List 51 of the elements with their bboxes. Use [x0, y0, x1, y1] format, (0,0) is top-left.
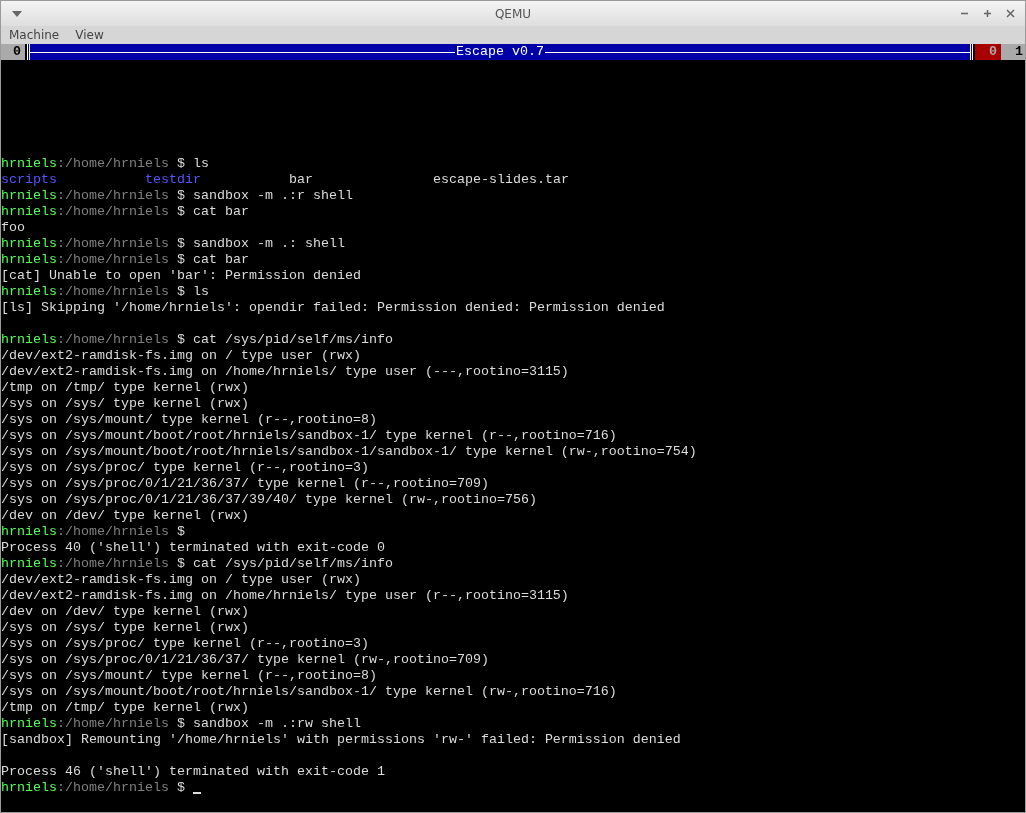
prompt-line: hrniels:/home/hrniels $ ls	[1, 284, 209, 300]
output-line: /sys on /sys/mount/boot/root/hrniels/sandbox-1/ type kernel (rw-,rootino=716)	[1, 684, 617, 700]
prompt-line: hrniels:/home/hrniels $ sandbox -m .: shell	[1, 236, 345, 252]
output-line: [sandbox] Remounting '/home/hrniels' with permissions 'rw-' failed: Permission denied	[1, 732, 681, 748]
maximize-icon[interactable]	[983, 9, 992, 18]
output-line: /tmp on /tmp/ type kernel (rwx)	[1, 700, 249, 716]
output-line: /sys on /sys/mount/boot/root/hrniels/sandbox-1/sandbox-1/ type kernel (rw-,rootino=754)	[1, 444, 697, 460]
os-title: Escape v0.7	[455, 44, 545, 60]
file-name: bar	[289, 172, 314, 188]
output-line: /sys on /sys/proc/ type kernel (r--,rootino=3)	[1, 636, 369, 652]
output-line: /dev/ext2-ramdisk-fs.img on / type user (rwx)	[1, 572, 361, 588]
close-icon[interactable]	[1006, 9, 1015, 18]
output-line: /sys on /sys/mount/boot/root/hrniels/sandbox-1/ type kernel (r--,rootino=716)	[1, 428, 617, 444]
window-title: QEMU	[493, 6, 533, 21]
output-line: /sys on /sys/proc/0/1/21/36/37/ type kernel (r--,rootino=709)	[1, 476, 489, 492]
output-line: /sys on /sys/mount/ type kernel (r--,rootino=8)	[1, 668, 377, 684]
prompt-line: hrniels:/home/hrniels $	[1, 524, 185, 540]
output-line: /dev/ext2-ramdisk-fs.img on /home/hrniels/ type user (r--,rootino=3115)	[1, 588, 569, 604]
output-line: /dev on /dev/ type kernel (rwx)	[1, 508, 249, 524]
prompt-line: hrniels:/home/hrniels $ sandbox -m .:r shell	[1, 188, 353, 204]
output-line: /dev/ext2-ramdisk-fs.img on / type user (rwx)	[1, 348, 361, 364]
output-line: /sys on /sys/ type kernel (rwx)	[1, 620, 249, 636]
output-line: /sys on /sys/proc/ type kernel (r--,rootino=3)	[1, 460, 369, 476]
output-line: [ls] Skipping '/home/hrniels': opendir failed: Permission denied: Permission denied	[1, 300, 665, 316]
output-line: foo	[1, 220, 25, 236]
status-right: 1	[1001, 44, 1025, 60]
prompt-line: hrniels:/home/hrniels $	[1, 780, 186, 796]
output-line: /sys on /sys/ type kernel (rwx)	[1, 396, 249, 412]
output-line: Process 46 ('shell') terminated with exit-code 1	[1, 764, 385, 780]
prompt-line: hrniels:/home/hrniels $ sandbox -m .:rw shell	[1, 716, 361, 732]
menu-icon[interactable]	[12, 10, 22, 17]
directory-name: scripts	[1, 172, 58, 188]
prompt-line: hrniels:/home/hrniels $ cat bar	[1, 204, 249, 220]
status-alert: 0	[975, 44, 1001, 60]
menu-item[interactable]: View	[75, 28, 104, 42]
prompt-line: hrniels:/home/hrniels $ ls	[1, 156, 209, 172]
menu-item[interactable]: Machine	[9, 28, 60, 42]
output-line: /dev/ext2-ramdisk-fs.img on /home/hrniels/ type user (---,rootino=3115)	[1, 364, 569, 380]
output-line: [cat] Unable to open 'bar': Permission denied	[1, 268, 361, 284]
prompt-line: hrniels:/home/hrniels $ cat /sys/pid/self/ms/info	[1, 332, 393, 348]
prompt-line: hrniels:/home/hrniels $ cat /sys/pid/self/ms/info	[1, 556, 393, 572]
output-line: /sys on /sys/mount/ type kernel (r--,rootino=8)	[1, 412, 377, 428]
output-line: /tmp on /tmp/ type kernel (rwx)	[1, 380, 249, 396]
output-line: /sys on /sys/proc/0/1/21/36/37/39/40/ type kernel (rw-,rootino=756)	[1, 492, 537, 508]
status-left: 0	[1, 44, 25, 60]
output-line: /sys on /sys/proc/0/1/21/36/37/ type kernel (rw-,rootino=709)	[1, 652, 489, 668]
output-line: /dev on /dev/ type kernel (rwx)	[1, 604, 249, 620]
output-line: Process 40 ('shell') terminated with exit-code 0	[1, 540, 385, 556]
file-name: escape-slides.tar	[433, 172, 570, 188]
directory-name: testdir	[145, 172, 202, 188]
prompt-line: hrniels:/home/hrniels $ cat bar	[1, 252, 249, 268]
